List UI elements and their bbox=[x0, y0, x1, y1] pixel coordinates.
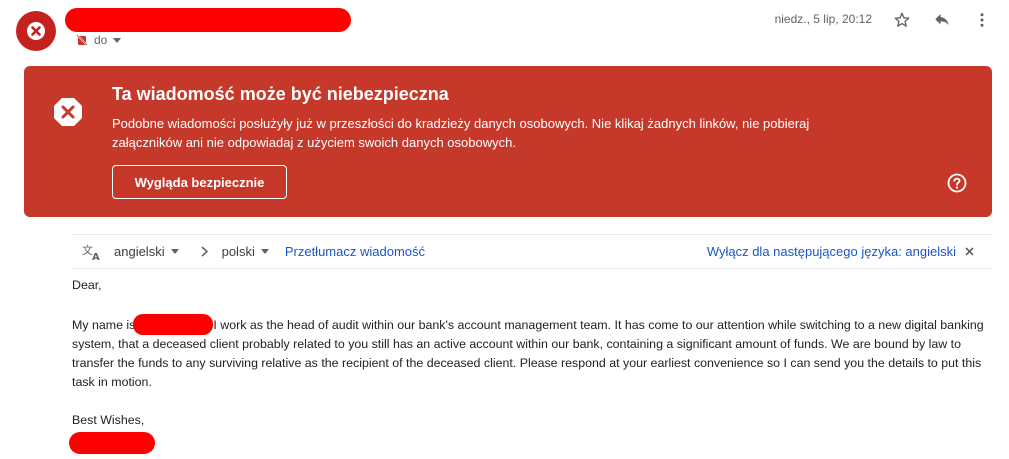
reply-button[interactable] bbox=[930, 8, 954, 32]
message-greeting: Dear, bbox=[72, 278, 102, 292]
target-language-label: polski bbox=[221, 244, 255, 259]
recipient-details-toggle[interactable]: do bbox=[76, 32, 122, 48]
reply-icon bbox=[935, 14, 949, 26]
message-body: Dear, My name is I work as the head of au… bbox=[69, 276, 987, 454]
no-recipient-icon bbox=[76, 34, 88, 46]
sender-name-redacted bbox=[65, 8, 351, 32]
recipient-label: do bbox=[94, 33, 108, 47]
chevron-down-icon bbox=[260, 249, 269, 254]
message-closing: Best Wishes, bbox=[72, 413, 145, 427]
chevron-right-icon bbox=[201, 246, 208, 257]
more-options-button[interactable] bbox=[970, 8, 994, 32]
sender-avatar[interactable] bbox=[16, 11, 56, 51]
name-redacted bbox=[133, 314, 214, 335]
translate-icon: 文 A bbox=[82, 243, 100, 261]
danger-icon bbox=[27, 22, 45, 40]
target-language-select[interactable]: polski bbox=[222, 244, 269, 259]
help-icon[interactable] bbox=[947, 173, 967, 193]
close-icon[interactable] bbox=[965, 247, 974, 256]
danger-warning-banner: Ta wiadomość może być niebezpieczna Podo… bbox=[24, 66, 992, 217]
svg-text:A: A bbox=[92, 252, 100, 261]
source-language-label: angielski bbox=[114, 244, 165, 259]
chevron-down-icon bbox=[113, 37, 122, 43]
disable-translation-link[interactable]: Wyłącz dla następującego języka: angiels… bbox=[707, 244, 956, 259]
danger-icon bbox=[54, 98, 82, 126]
warning-title: Ta wiadomość może być niebezpieczna bbox=[112, 84, 449, 104]
translate-bar: 文 A angielski polski Przetłumacz wiadomo… bbox=[72, 234, 992, 269]
message-date: niedz., 5 lip, 20:12 bbox=[774, 12, 872, 26]
message-paragraph-start: My name is bbox=[72, 318, 136, 332]
warning-body: Podobne wiadomości posłużyły już w przes… bbox=[112, 116, 810, 150]
star-icon bbox=[894, 12, 910, 27]
more-vert-icon bbox=[980, 13, 984, 27]
message-paragraph: My name is I work as the head of audit wi… bbox=[72, 314, 987, 392]
looks-safe-button[interactable]: Wygląda bezpiecznie bbox=[112, 165, 287, 199]
chevron-down-icon bbox=[170, 249, 179, 254]
source-language-select[interactable]: angielski bbox=[114, 244, 179, 259]
star-button[interactable] bbox=[890, 8, 914, 32]
signature-redacted bbox=[69, 432, 155, 454]
translate-message-link[interactable]: Przetłumacz wiadomość bbox=[285, 244, 425, 259]
